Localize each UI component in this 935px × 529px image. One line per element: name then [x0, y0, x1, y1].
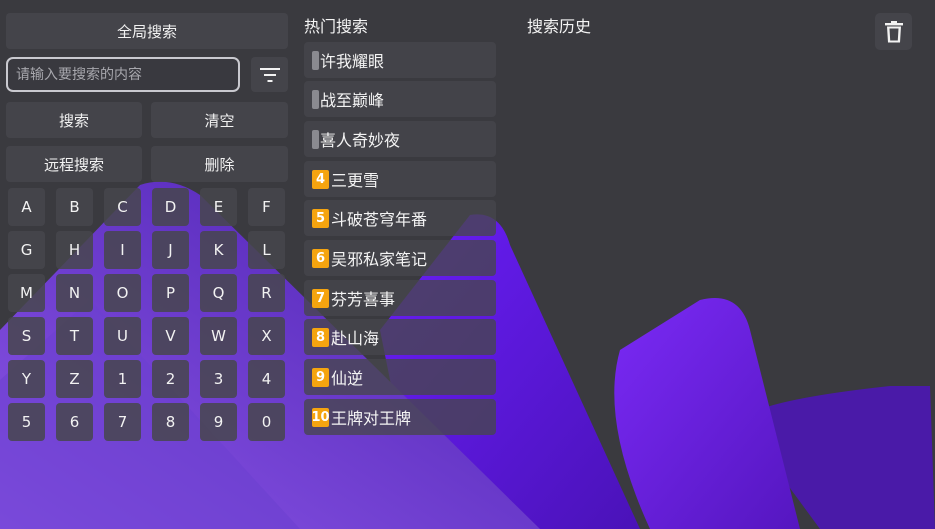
key-g[interactable]: G [8, 231, 45, 269]
key-z[interactable]: Z [56, 360, 93, 398]
clear-button[interactable]: 清空 [151, 102, 288, 138]
rank-badge: 8 [312, 327, 329, 347]
key-2[interactable]: 2 [152, 360, 189, 398]
key-9[interactable]: 9 [200, 403, 237, 441]
key-8[interactable]: 8 [152, 403, 189, 441]
hot-search-item[interactable]: 10 王牌对王牌 [304, 399, 496, 435]
key-p[interactable]: P [152, 274, 189, 312]
hot-search-item-name: 喜人奇妙夜 [320, 131, 401, 150]
key-j[interactable]: J [152, 231, 189, 269]
hot-search-item[interactable]: 7 芬芳喜事 [304, 280, 496, 316]
hot-search-item-name: 许我耀眼 [320, 52, 385, 71]
rank-badge: 5 [312, 208, 329, 228]
key-l[interactable]: L [248, 231, 285, 269]
key-x[interactable]: X [248, 317, 285, 355]
key-e[interactable]: E [200, 188, 237, 226]
rank-badge: 9 [312, 367, 329, 387]
key-y[interactable]: Y [8, 360, 45, 398]
hot-search-item[interactable]: 2战至巅峰 [304, 81, 496, 117]
key-4[interactable]: 4 [248, 360, 285, 398]
key-h[interactable]: H [56, 231, 93, 269]
delete-button[interactable]: 删除 [151, 146, 288, 182]
rank-badge: 3 [312, 129, 319, 149]
rank-badge: 10 [311, 407, 330, 427]
global-search-button[interactable]: 全局搜索 [6, 13, 288, 49]
key-7[interactable]: 7 [104, 403, 141, 441]
search-button[interactable]: 搜索 [6, 102, 142, 138]
hot-search-item-name: 三更雪 [331, 171, 380, 190]
key-i[interactable]: I [104, 231, 141, 269]
key-k[interactable]: K [200, 231, 237, 269]
key-q[interactable]: Q [200, 274, 237, 312]
key-6[interactable]: 6 [56, 403, 93, 441]
key-v[interactable]: V [152, 317, 189, 355]
rank-badge: 2 [312, 89, 319, 109]
hot-search-item[interactable]: 6 吴邪私家笔记 [304, 240, 496, 276]
hot-search-item-name: 斗破苍穹年番 [331, 210, 428, 229]
key-t[interactable]: T [56, 317, 93, 355]
hot-search-item-name: 仙逆 [331, 369, 364, 388]
key-u[interactable]: U [104, 317, 141, 355]
filter-icon [259, 67, 280, 82]
key-m[interactable]: M [8, 274, 45, 312]
clear-history-button[interactable] [875, 13, 912, 50]
hot-search-item[interactable]: 5 斗破苍穹年番 [304, 200, 496, 236]
key-c[interactable]: C [104, 188, 141, 226]
key-n[interactable]: N [56, 274, 93, 312]
hot-search-item[interactable]: 3喜人奇妙夜 [304, 121, 496, 157]
search-history-title: 搜索历史 [527, 17, 592, 36]
filter-button[interactable] [251, 57, 288, 92]
key-f[interactable]: F [248, 188, 285, 226]
key-3[interactable]: 3 [200, 360, 237, 398]
hot-search-item-name: 王牌对王牌 [331, 409, 412, 428]
rank-badge: 1 [312, 50, 319, 70]
rank-badge: 4 [312, 169, 329, 189]
hot-search-item-name: 赴山海 [331, 329, 380, 348]
key-r[interactable]: R [248, 274, 285, 312]
hot-search-item-name: 吴邪私家笔记 [331, 250, 428, 269]
key-w[interactable]: W [200, 317, 237, 355]
hot-search-item[interactable]: 8 赴山海 [304, 319, 496, 355]
hot-search-item[interactable]: 4 三更雪 [304, 161, 496, 197]
key-0[interactable]: 0 [248, 403, 285, 441]
key-b[interactable]: B [56, 188, 93, 226]
search-input[interactable] [6, 57, 240, 92]
key-o[interactable]: O [104, 274, 141, 312]
remote-search-button[interactable]: 远程搜索 [6, 146, 142, 182]
key-5[interactable]: 5 [8, 403, 45, 441]
trash-icon [884, 20, 903, 42]
hot-search-item[interactable]: 1许我耀眼 [304, 42, 496, 78]
key-1[interactable]: 1 [104, 360, 141, 398]
key-s[interactable]: S [8, 317, 45, 355]
hot-search-item[interactable]: 9 仙逆 [304, 359, 496, 395]
key-d[interactable]: D [152, 188, 189, 226]
key-a[interactable]: A [8, 188, 45, 226]
rank-badge: 7 [312, 288, 329, 308]
hot-search-item-name: 战至巅峰 [320, 91, 385, 110]
hot-search-item-name: 芬芳喜事 [331, 290, 396, 309]
rank-badge: 6 [312, 248, 329, 268]
hot-search-title: 热门搜索 [304, 17, 369, 36]
